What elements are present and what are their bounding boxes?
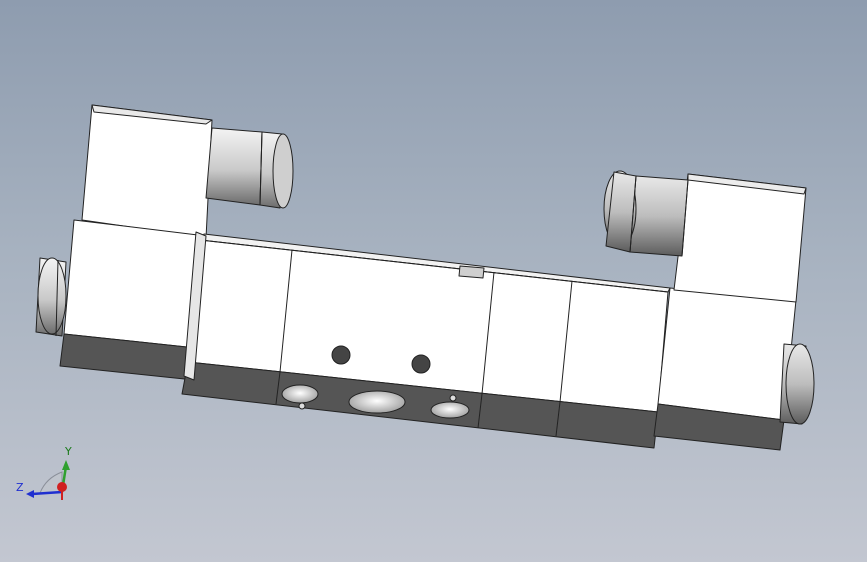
triad-y-label: Y <box>65 445 72 458</box>
left-plunger-cap <box>35 257 67 337</box>
right-connector-cylinder <box>603 170 689 257</box>
mounting-hole-right <box>411 354 431 374</box>
orientation-triad <box>26 460 70 500</box>
left-connector-cylinder <box>205 127 294 209</box>
z-axis-arrow <box>31 490 63 496</box>
mounting-hole-left <box>331 345 351 365</box>
right-plunger-cap <box>779 343 815 425</box>
valve-body <box>181 231 671 449</box>
cad-graphics-viewport[interactable]: Y Z <box>0 0 867 562</box>
left-solenoid-base <box>59 219 207 381</box>
valve-3d-model[interactable] <box>0 0 867 562</box>
left-solenoid-coil <box>81 104 213 239</box>
right-solenoid-coil <box>673 173 807 303</box>
right-solenoid-base <box>653 287 797 451</box>
triad-z-label: Z <box>16 481 24 494</box>
